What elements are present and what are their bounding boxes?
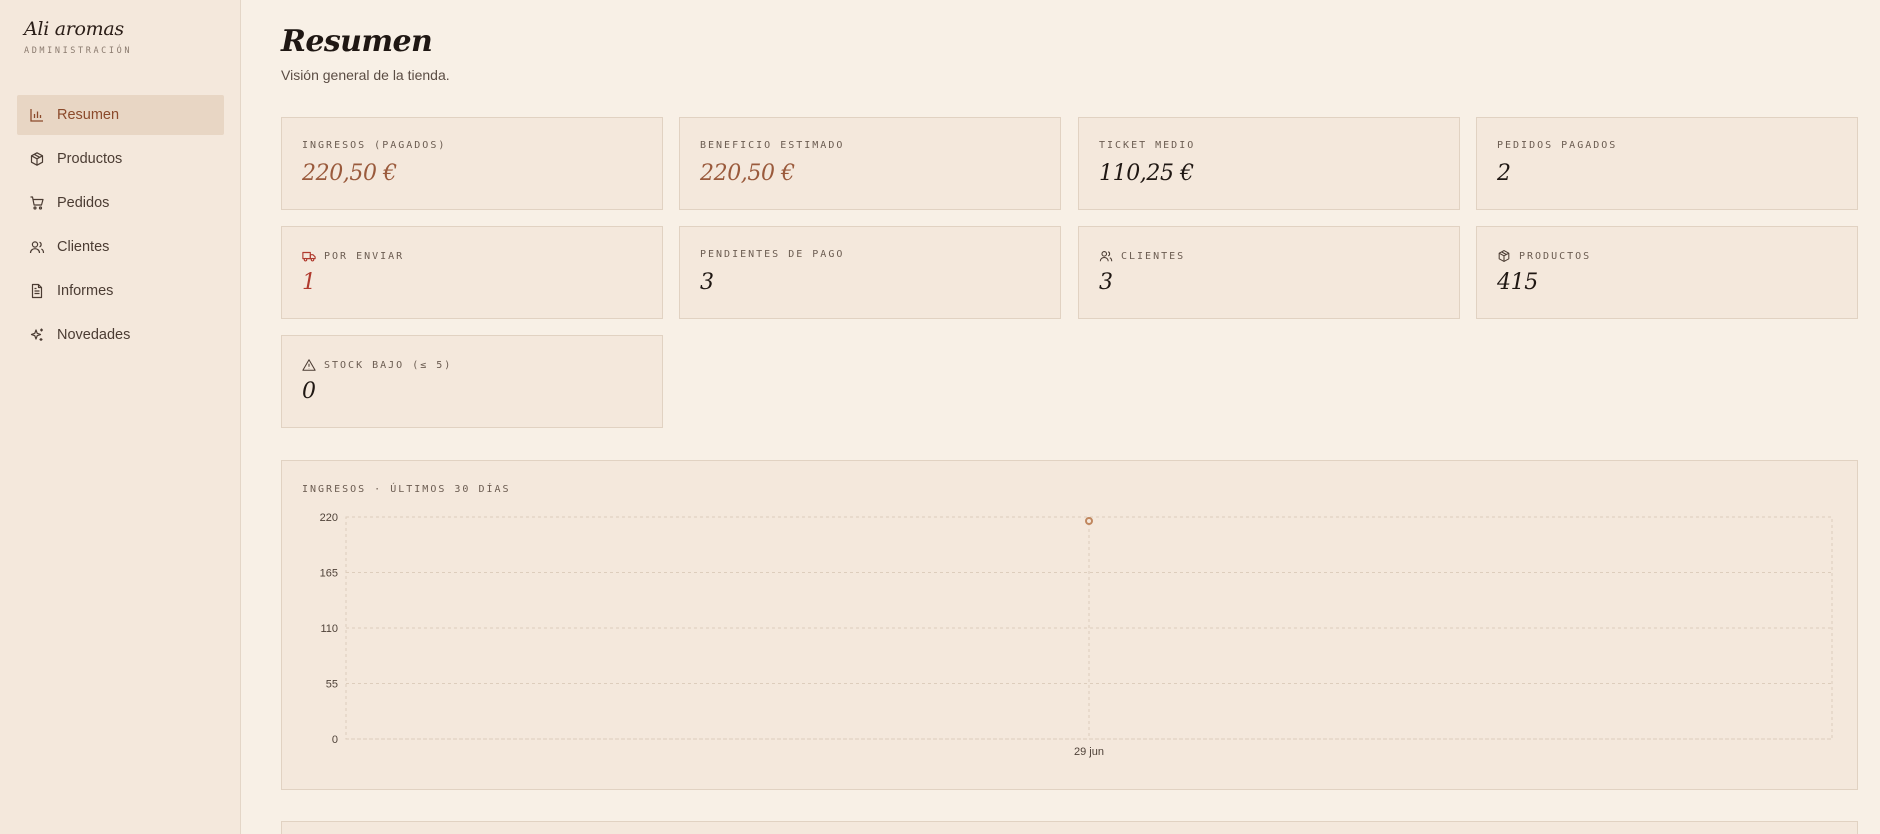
stat-card-pedidos-pagados: PEDIDOS PAGADOS 2 — [1476, 117, 1858, 210]
sparkles-icon — [29, 327, 45, 343]
chart-y-tick-label: 55 — [326, 679, 338, 691]
sidebar-item-novedades[interactable]: Novedades — [17, 315, 224, 355]
sidebar-item-informes[interactable]: Informes — [17, 271, 224, 311]
sidebar-item-resumen[interactable]: Resumen — [17, 95, 224, 135]
stat-value: 110,25 € — [1099, 161, 1194, 186]
sidebar-item-productos[interactable]: Productos — [17, 139, 224, 179]
sidebar-item-clientes[interactable]: Clientes — [17, 227, 224, 267]
stat-value: 2 — [1497, 161, 1511, 186]
truck-icon — [302, 249, 316, 263]
brand-subtitle: ADMINISTRACIÓN — [24, 46, 133, 56]
users-icon — [29, 239, 45, 255]
stat-card-ticket-medio: TICKET MEDIO 110,25 € — [1078, 117, 1460, 210]
page-title: Resumen — [281, 24, 433, 59]
chart-y-tick-label: 165 — [320, 568, 338, 580]
sidebar: Ali aromas ADMINISTRACIÓN Resumen Produc… — [0, 0, 241, 834]
stat-label: INGRESOS (PAGADOS) — [302, 140, 447, 151]
next-section-card — [281, 821, 1858, 834]
stat-card-beneficio: BENEFICIO ESTIMADO 220,50 € — [679, 117, 1061, 210]
chart-x-tick-label: 29 jun — [1074, 746, 1104, 758]
sidebar-item-label: Productos — [57, 151, 123, 167]
box-icon — [29, 151, 45, 167]
stat-label: BENEFICIO ESTIMADO — [700, 140, 845, 151]
sidebar-nav: Resumen Productos Pedidos Clientes Infor… — [17, 95, 224, 359]
stat-card-productos: PRODUCTOS 415 — [1476, 226, 1858, 319]
box-icon — [1497, 249, 1511, 263]
stat-card-pendientes-pago: PENDIENTES DE PAGO 3 — [679, 226, 1061, 319]
stat-label: POR ENVIAR — [302, 249, 404, 263]
stat-label: PEDIDOS PAGADOS — [1497, 140, 1618, 151]
chart-card: INGRESOS · ÚLTIMOS 30 DÍAS 0 55 110 165 220 2… — [281, 460, 1858, 790]
revenue-chart: 0 55 110 165 220 29 jun — [320, 512, 1833, 758]
sidebar-item-label: Resumen — [57, 107, 120, 123]
stat-value: 0 — [302, 379, 316, 404]
stat-value: 1 — [302, 270, 316, 295]
stat-value: 3 — [700, 270, 714, 295]
chart-y-tick-label: 0 — [332, 734, 338, 746]
users-icon — [1099, 249, 1113, 263]
document-icon — [29, 283, 45, 299]
stat-card-ingresos: INGRESOS (PAGADOS) 220,50 € — [281, 117, 663, 210]
sidebar-item-pedidos[interactable]: Pedidos — [17, 183, 224, 223]
sidebar-item-label: Clientes — [57, 239, 110, 255]
brand-name: Ali aromas — [24, 18, 124, 40]
sidebar-item-label: Pedidos — [57, 195, 110, 211]
stat-value: 3 — [1099, 270, 1113, 295]
sidebar-item-label: Novedades — [57, 327, 131, 343]
warning-icon — [302, 358, 316, 372]
stat-card-por-enviar: POR ENVIAR 1 — [281, 226, 663, 319]
brand: Ali aromas ADMINISTRACIÓN — [24, 18, 132, 56]
stat-label: CLIENTES — [1099, 249, 1185, 263]
stat-card-stock-bajo: STOCK BAJO (≤ 5) 0 — [281, 335, 663, 428]
chart-data-point — [1085, 517, 1093, 525]
stat-card-clientes: CLIENTES 3 — [1078, 226, 1460, 319]
stat-label: PRODUCTOS — [1497, 249, 1591, 263]
stat-label: STOCK BAJO (≤ 5) — [302, 358, 452, 372]
chart-y-tick-label: 110 — [320, 623, 338, 635]
sidebar-item-label: Informes — [57, 283, 114, 299]
stat-value: 415 — [1497, 270, 1538, 295]
stat-value: 220,50 € — [700, 161, 795, 186]
stat-label: TICKET MEDIO — [1099, 140, 1196, 151]
stat-label: PENDIENTES DE PAGO — [700, 249, 845, 260]
chart-y-tick-label: 220 — [320, 512, 338, 524]
page-subtitle: Visión general de la tienda. — [281, 67, 450, 83]
bar-chart-icon — [29, 107, 45, 123]
cart-icon — [29, 195, 45, 211]
stat-value: 220,50 € — [302, 161, 397, 186]
